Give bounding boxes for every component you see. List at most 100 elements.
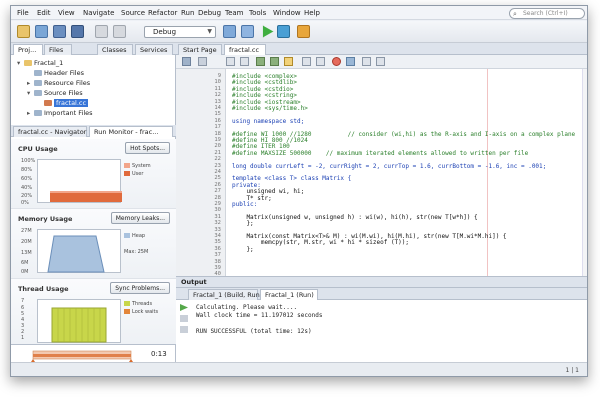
sync-problems-button[interactable]: Sync Problems...: [110, 282, 170, 294]
hot-spots-button[interactable]: Hot Spots...: [125, 142, 170, 154]
profile-icon[interactable]: [297, 25, 310, 38]
tree-item[interactable]: Header Files: [27, 69, 84, 77]
run-icon[interactable]: [262, 25, 274, 38]
new-project-icon[interactable]: [17, 25, 30, 38]
find-previous-icon[interactable]: [256, 57, 265, 66]
find-next-icon[interactable]: [270, 57, 279, 66]
menu-navigate[interactable]: Navigate: [83, 9, 114, 17]
thread-usage-title: Thread Usage: [18, 285, 69, 293]
output-title: Output: [181, 278, 207, 286]
cpu-usage-graph: [50, 191, 122, 202]
debug-icon[interactable]: [277, 25, 290, 38]
tree-item[interactable]: fractal.cc: [37, 99, 89, 107]
thread-legend-threads-label: Threads: [132, 301, 153, 307]
tab-fractal-cc[interactable]: fractal.cc: [224, 44, 266, 55]
line-number: 19: [214, 137, 221, 143]
undo-icon[interactable]: [95, 25, 108, 38]
clear-output-icon[interactable]: [180, 326, 188, 333]
rerun-icon[interactable]: [180, 304, 188, 311]
stop-icon[interactable]: [180, 315, 188, 322]
memory-usage-title: Memory Usage: [18, 215, 73, 223]
tab-services[interactable]: Services: [135, 44, 173, 55]
tab-run-monitor[interactable]: Run Monitor - frac...: [89, 126, 173, 137]
redo-icon[interactable]: [113, 25, 126, 38]
cpu-tick: 0%: [21, 200, 29, 206]
comment-icon[interactable]: [362, 57, 371, 66]
uncomment-icon[interactable]: [376, 57, 385, 66]
line-number: 32: [214, 220, 221, 227]
line-number: 17: [214, 124, 221, 131]
tree-expand-icon[interactable]: ▸: [27, 79, 34, 87]
line-number: 9: [217, 73, 221, 79]
menu-help[interactable]: Help: [304, 9, 320, 17]
memory-usage-plot: 27M 20M 13M 6M 0M: [21, 228, 121, 275]
save-all-icon[interactable]: [71, 25, 84, 38]
run-time-label: 0:13: [151, 350, 167, 358]
right-margin-line: [487, 69, 488, 276]
search-icon: ⌕: [513, 10, 517, 18]
shift-left-icon[interactable]: [302, 57, 311, 66]
source-view-icon[interactable]: [182, 57, 191, 66]
cpp-file-icon: [44, 100, 52, 106]
line-number: 26: [214, 181, 221, 188]
tab-classes[interactable]: Classes: [97, 44, 133, 55]
menu-source[interactable]: Source: [121, 9, 145, 17]
search-input[interactable]: ⌕ Search (Ctrl+I): [509, 8, 585, 19]
menu-run[interactable]: Run: [181, 9, 194, 17]
menu-team[interactable]: Team: [225, 9, 244, 17]
line-number: 18: [214, 130, 221, 137]
tab-files[interactable]: Files: [44, 44, 72, 55]
configuration-select[interactable]: Debug ▼: [144, 26, 216, 38]
tree-item[interactable]: ▾ Fractal_1: [17, 59, 63, 67]
record-macro-icon[interactable]: [332, 57, 341, 66]
tree-item[interactable]: ▾ Source Files: [27, 89, 83, 97]
menu-file[interactable]: File: [17, 9, 29, 17]
line-number: 34: [214, 233, 221, 239]
build-hammer-icon[interactable]: [223, 25, 236, 38]
menu-edit[interactable]: Edit: [37, 9, 51, 17]
editor-scrollbar[interactable]: [582, 69, 587, 276]
menu-debug[interactable]: Debug: [198, 9, 221, 17]
tree-expand-icon[interactable]: ▾: [27, 89, 34, 97]
line-number: 20: [214, 143, 221, 150]
menu-window[interactable]: Window: [273, 9, 301, 17]
tab-build-run[interactable]: Fractal_1 (Build, Run): [188, 289, 262, 300]
back-icon[interactable]: [226, 57, 235, 66]
menu-refactor[interactable]: Refactor: [148, 9, 177, 17]
toggle-highlight-icon[interactable]: [284, 57, 293, 66]
history-icon[interactable]: [198, 57, 207, 66]
code-line: memcpy(str, M.str, wi * hi * sizeof (T))…: [232, 239, 410, 247]
tree-item[interactable]: ▸ Resource Files: [27, 79, 90, 87]
line-number: 11: [214, 85, 221, 92]
shift-right-icon[interactable]: [316, 57, 325, 66]
clean-build-icon[interactable]: [241, 25, 254, 38]
cpu-tick: 80%: [21, 167, 33, 173]
stop-macro-icon[interactable]: [346, 57, 355, 66]
tree-item[interactable]: ▸ Important Files: [27, 109, 93, 117]
memory-tick: 13M: [21, 250, 32, 256]
forward-icon[interactable]: [240, 57, 249, 66]
memory-leaks-button[interactable]: Memory Leaks...: [110, 212, 170, 224]
tab-projects[interactable]: Proj...: [13, 44, 43, 55]
line-number: 10: [214, 79, 221, 86]
cpu-tick: 100%: [21, 158, 36, 164]
cpu-legend-system: System: [124, 163, 151, 169]
tree-expand-icon[interactable]: ▸: [27, 109, 34, 117]
open-project-icon[interactable]: [53, 25, 66, 38]
tab-run[interactable]: Fractal_1 (Run): [260, 289, 318, 300]
line-number: 38: [214, 258, 221, 265]
memory-tick: 20M: [21, 239, 32, 245]
editor-toolbar: [176, 55, 587, 69]
menu-view[interactable]: View: [58, 9, 75, 17]
new-file-icon[interactable]: [35, 25, 48, 38]
cpu-legend-user-label: User: [132, 171, 144, 177]
line-number: 33: [214, 226, 221, 233]
tab-start-page[interactable]: Start Page: [178, 44, 222, 55]
tree-item-label: fractal.cc: [54, 99, 89, 107]
tab-navigator[interactable]: fractal.cc - Navigator: [13, 126, 87, 137]
line-number: 36: [214, 245, 221, 252]
line-number: 15: [214, 111, 221, 118]
menu-tools[interactable]: Tools: [249, 9, 266, 17]
search-placeholder: Search (Ctrl+I): [523, 10, 568, 17]
tree-expand-icon[interactable]: ▾: [17, 59, 24, 67]
